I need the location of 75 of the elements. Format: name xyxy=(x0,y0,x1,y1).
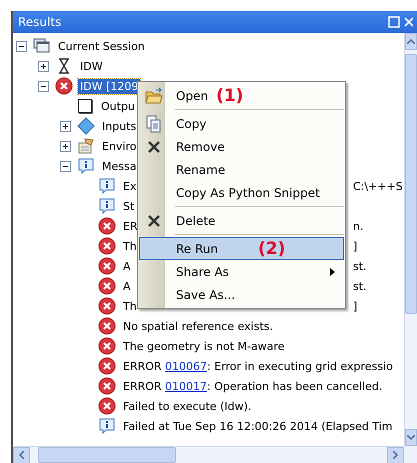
session-icon xyxy=(33,37,51,55)
error-icon xyxy=(98,237,116,255)
menu-item[interactable]: Share As xyxy=(139,260,344,283)
tree-item[interactable]: A xyxy=(121,258,133,274)
error-icon xyxy=(98,277,116,295)
tree-item-fragment: st. xyxy=(353,280,368,292)
error-icon xyxy=(98,377,116,395)
tree-item[interactable]: Failed at Tue Sep 16 12:00:26 2014 (Elapsed Tim xyxy=(121,418,395,434)
tree-item-fragment: C:\+++S xyxy=(353,180,404,192)
step-annotation: (2) xyxy=(258,238,286,258)
tree-item[interactable]: Th xyxy=(121,298,139,314)
tree-item[interactable]: A xyxy=(121,278,133,294)
tree-item-fragment: st. xyxy=(353,260,368,272)
menu-item[interactable]: Save As... xyxy=(139,283,344,306)
expand-icon[interactable] xyxy=(38,60,49,72)
tree-item[interactable]: Current Session xyxy=(56,38,147,54)
menu-item[interactable]: Copy xyxy=(139,112,344,135)
error-icon xyxy=(98,357,116,375)
error-icon xyxy=(98,217,116,235)
scroll-up-icon[interactable] xyxy=(407,39,415,44)
tree-item[interactable]: ERROR 010017: Operation has been cancelled. xyxy=(121,378,384,394)
tree-item-fragment: n. xyxy=(353,220,364,232)
error-icon xyxy=(98,397,116,415)
panel-title: Results xyxy=(18,15,62,29)
scroll-down-icon[interactable] xyxy=(407,435,415,440)
collapse-icon[interactable] xyxy=(16,40,27,52)
menu-item[interactable]: Remove xyxy=(139,135,344,158)
scrollbar-corner xyxy=(404,446,417,463)
copy-icon xyxy=(145,114,163,132)
info-icon xyxy=(98,197,116,215)
tree-item[interactable]: IDW xyxy=(78,58,105,74)
menu-item[interactable]: Re Run (2) xyxy=(139,237,344,260)
info-icon xyxy=(98,417,116,435)
error-icon xyxy=(98,317,116,335)
folder-icon xyxy=(145,86,163,104)
tree-item[interactable]: IDW [1209 xyxy=(78,78,140,94)
menu-item[interactable]: Delete xyxy=(139,209,344,232)
diamond-icon xyxy=(77,117,95,135)
info-icon xyxy=(77,157,95,175)
menu-item[interactable]: Copy As Python Snippet xyxy=(139,181,344,204)
expand-icon[interactable] xyxy=(60,120,71,132)
error-icon xyxy=(98,337,116,355)
collapse-icon[interactable] xyxy=(38,80,49,92)
tree-item[interactable]: Messa xyxy=(100,158,138,174)
tree-item[interactable]: ER xyxy=(121,218,140,234)
error-icon xyxy=(98,257,116,275)
step-annotation: (1) xyxy=(216,86,244,106)
tree-item[interactable]: ERROR 010067: Error in executing grid expressio xyxy=(121,358,395,374)
scroll-left-icon[interactable] xyxy=(19,451,24,459)
error-code-link[interactable]: 010017 xyxy=(165,380,208,392)
collapse-icon[interactable] xyxy=(60,160,71,172)
expand-icon[interactable] xyxy=(60,140,71,152)
error-icon xyxy=(55,77,73,95)
tree-item[interactable]: Inputs xyxy=(100,118,138,134)
tree-item-fragment: ] xyxy=(353,300,358,312)
tree-item[interactable]: St xyxy=(121,198,136,214)
tree-item-fragment: ] xyxy=(353,240,358,252)
scroll-right-icon[interactable] xyxy=(393,451,398,459)
menu-item[interactable]: Open (1) xyxy=(139,84,344,107)
vertical-scrollbar[interactable] xyxy=(404,33,417,446)
tree-item[interactable]: Outpu xyxy=(99,98,137,114)
tree-item[interactable]: Th xyxy=(121,238,139,254)
tree-item[interactable]: Enviro xyxy=(100,138,138,154)
tree-item[interactable]: No spatial reference exists. xyxy=(121,318,276,334)
close-icon[interactable] xyxy=(404,17,413,27)
tree-item[interactable]: Failed to execute (Idw). xyxy=(121,398,254,414)
tree-item[interactable]: The geometry is not M-aware xyxy=(121,338,287,354)
blank-square-icon xyxy=(76,97,94,115)
info-icon xyxy=(98,177,116,195)
maximize-icon[interactable] xyxy=(388,16,400,28)
horizontal-scrollbar[interactable] xyxy=(13,446,404,463)
error-code-link[interactable]: 010067 xyxy=(165,360,208,372)
error-icon xyxy=(98,297,116,315)
tree-item[interactable]: Ex xyxy=(121,178,138,194)
menu-item[interactable]: Rename xyxy=(139,158,344,181)
